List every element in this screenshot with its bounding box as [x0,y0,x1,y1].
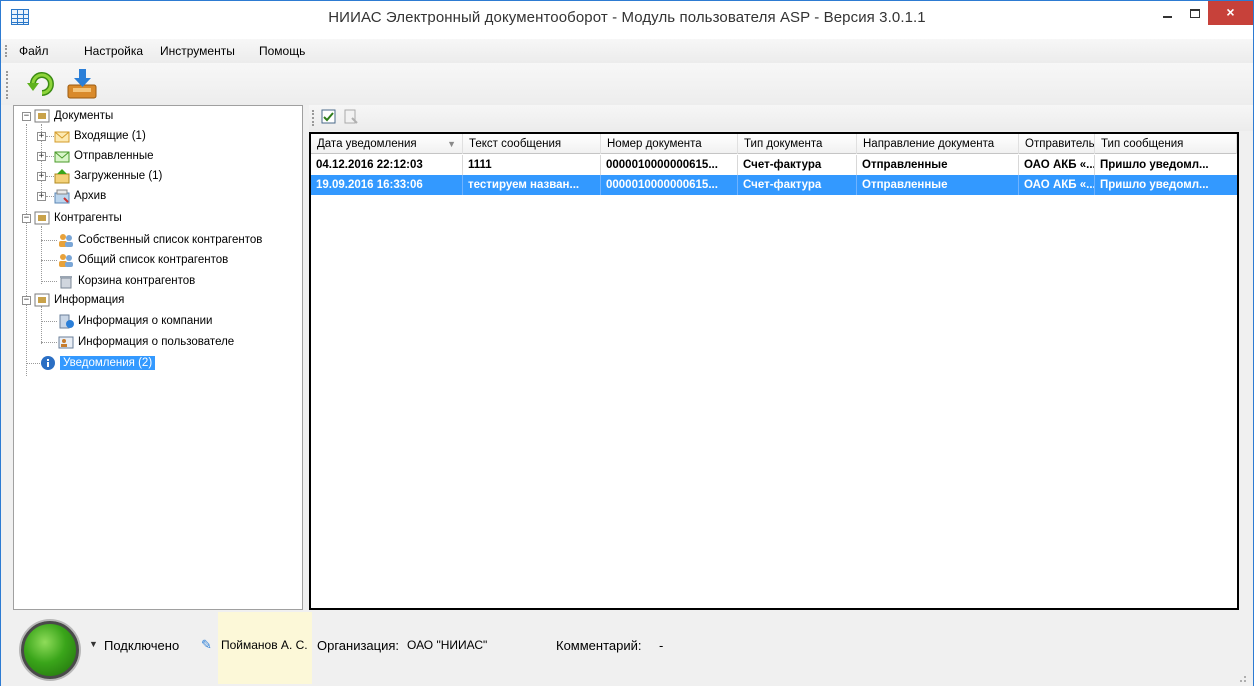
sort-desc-icon: ▼ [447,139,456,149]
menu-settings[interactable]: Настройка [84,44,143,58]
expand-uploaded-toggle[interactable]: + [37,172,46,181]
organization-label: Организация: [317,638,400,653]
connection-status-led[interactable] [21,621,79,679]
menu-file[interactable]: Файл [19,44,49,58]
tree-item-own-contractors[interactable]: Собственный список контрагентов [58,230,262,250]
download-tray-icon [67,69,97,99]
tree-item-user-info[interactable]: Информация о пользователе [58,332,234,352]
tree-item-notifications[interactable]: Уведомления (2) [40,353,156,373]
menu-grip[interactable] [5,45,7,57]
expand-sent-toggle[interactable]: + [37,152,46,161]
column-header-direction[interactable]: Направление документа [857,134,1019,154]
tree-item-incoming[interactable]: Входящие (1) [54,126,146,146]
cell-number: 0000010000000615... [601,155,738,175]
column-header-sender[interactable]: Отправитель [1019,134,1095,154]
window-title: НИИАС Электронный документооборот - Моду… [328,9,926,26]
cell-message-type: Пришло уведомл... [1100,179,1209,191]
cell-sender: ОАО АКБ «... [1019,155,1095,175]
column-header-type[interactable]: Тип документа [738,134,857,154]
table-row-selected[interactable]: 19.09.2016 16:33:06 тестируем назван... … [311,175,1237,195]
tree-item-common-contractors[interactable]: Общий список контрагентов [58,250,228,270]
expand-incoming-toggle[interactable]: + [37,132,46,141]
folder-table-icon [34,292,50,308]
info-icon [40,355,56,371]
tree-item-documents[interactable]: Документы [34,106,113,126]
menu-bar: Файл Настройка Инструменты Помощь [1,39,1253,63]
column-header-number[interactable]: Номер документа [601,134,738,154]
collapse-contractors-toggle[interactable]: − [22,214,31,223]
user-name[interactable]: Пойманов А. С. [221,638,308,652]
grid-toolbar [309,105,1253,131]
toolbar [1,63,1253,105]
app-window: НИИАС Электронный документооборот - Моду… [0,0,1254,686]
users-icon [58,232,74,248]
table-row[interactable]: 04.12.2016 22:12:03 1111 000001000000061… [311,155,1237,175]
comment-value: - [659,638,664,653]
checkbox-checked-icon [321,109,336,124]
cell-direction: Отправленные [857,175,1019,195]
chevron-down-icon[interactable]: ▼ [89,639,98,649]
column-header-text[interactable]: Текст сообщения [463,134,601,154]
mark-read-button[interactable] [321,109,337,125]
tree-item-contractors-trash[interactable]: Корзина контрагентов [58,271,195,291]
cell-direction: Отправленные [857,155,1019,175]
user-card-icon [58,334,74,350]
upload-folder-icon [54,168,70,184]
toolbar-grip[interactable] [6,71,8,99]
cell-sender: ОАО АКБ «... [1019,175,1095,195]
maximize-button[interactable] [1181,1,1211,29]
menu-help[interactable]: Помощь [259,44,305,58]
cell-message-type: Пришло уведомл... [1100,159,1209,171]
cell-number: 0000010000000615... [601,175,738,195]
download-button[interactable] [65,67,99,101]
grid-header: Дата уведомления ▼ Текст сообщения Номер… [311,134,1237,154]
document-delete-icon [344,109,358,124]
menu-tools[interactable]: Инструменты [160,44,235,58]
folder-table-icon [34,210,50,226]
grid-toolbar-grip[interactable] [312,110,314,126]
delete-notification-button[interactable] [343,109,359,125]
close-button[interactable]: × [1208,1,1253,25]
column-header-message-type[interactable]: Тип сообщения [1095,134,1237,154]
navigation-tree: − Документы + Входящие (1) + Отправленны… [13,105,303,610]
refresh-icon [27,72,54,96]
connection-status-text: Подключено [104,638,180,653]
tree-item-contractors[interactable]: Контрагенты [34,208,122,228]
archive-box-icon [54,188,70,204]
cell-date: 19.09.2016 16:33:06 [311,175,463,195]
cell-type: Счет-фактура [738,155,857,175]
resize-grip-icon[interactable] [1237,672,1247,682]
title-bar[interactable]: НИИАС Электронный документооборот - Моду… [1,1,1253,39]
cell-type: Счет-фактура [738,175,857,195]
column-header-date[interactable]: Дата уведомления ▼ [311,134,463,154]
expand-archive-toggle[interactable]: + [37,192,46,201]
pen-icon: ✎ [201,637,212,652]
tree-item-company-info[interactable]: Информация о компании [58,311,212,331]
folder-table-icon [34,108,50,124]
notifications-grid: Дата уведомления ▼ Текст сообщения Номер… [309,132,1239,610]
cell-date: 04.12.2016 22:12:03 [311,155,463,175]
sent-envelope-icon [54,148,70,164]
tree-item-sent[interactable]: Отправленные [54,146,154,166]
envelope-icon [54,128,70,144]
tree-item-uploaded[interactable]: Загруженные (1) [54,166,162,186]
refresh-button[interactable] [25,67,59,101]
trash-bin-icon [58,273,74,289]
users-icon [58,252,74,268]
minimize-button[interactable] [1153,1,1183,29]
tree-item-archive[interactable]: Архив [54,186,106,206]
comment-label: Комментарий: [556,638,642,653]
status-bar: ▼ Подключено ✎ Пойманов А. С. Организаци… [1,612,1253,686]
organization-value: ОАО "НИИАС" [407,638,488,652]
building-info-icon [58,313,74,329]
cell-text: 1111 [463,155,601,175]
tree-item-information[interactable]: Информация [34,290,124,310]
cell-text: тестируем назван... [463,175,601,195]
collapse-information-toggle[interactable]: − [22,296,31,305]
collapse-documents-toggle[interactable]: − [22,112,31,121]
